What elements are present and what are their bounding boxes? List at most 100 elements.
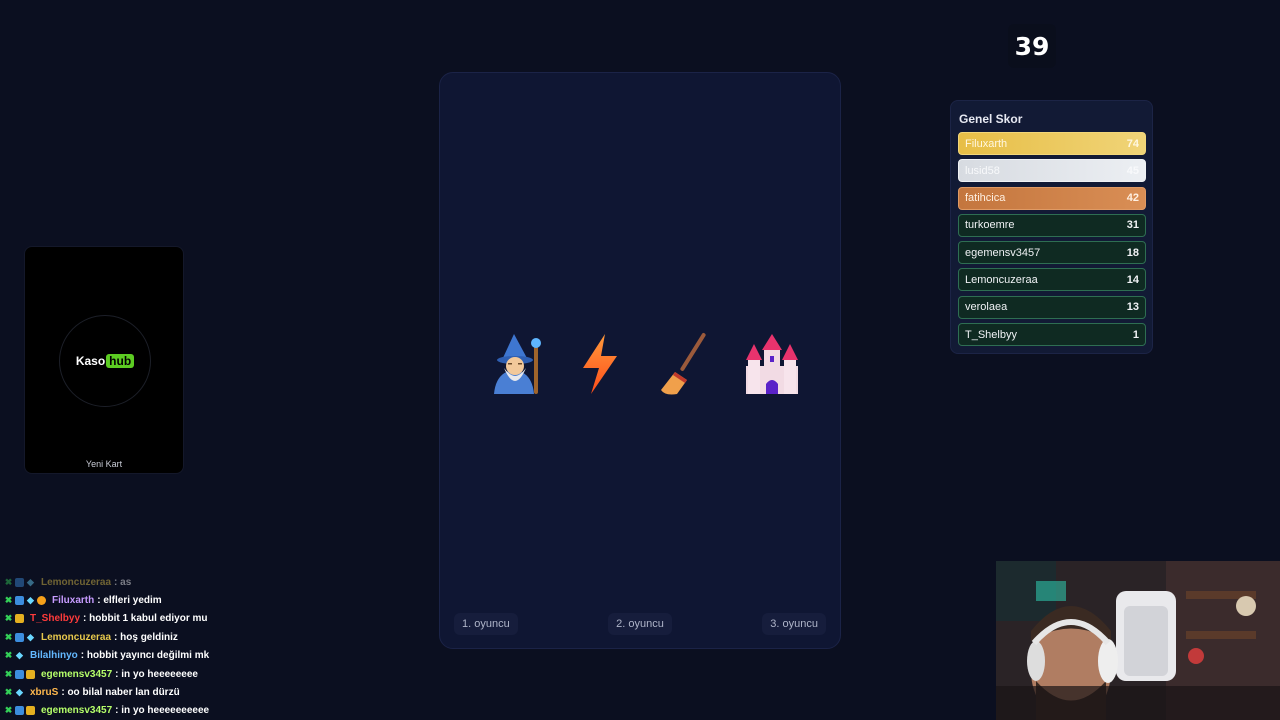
chat-message: ✖ egemensv3457: in yo heeeeeeeeee (4, 702, 424, 720)
crown-badge-icon (26, 706, 35, 716)
blue-badge-icon (15, 706, 24, 716)
emoji-clue-row (484, 331, 804, 397)
chat-text: : hoş geldiniz (114, 631, 178, 643)
score-player-name: Lemoncuzeraa (965, 273, 1038, 286)
score-points: 13 (1126, 301, 1139, 314)
chat-text: : hobbit yayıncı değilmi mk (80, 650, 210, 662)
gem-icon: ◆ (16, 687, 23, 698)
chat-badges: ✖ (4, 705, 37, 716)
blue-badge-icon (15, 596, 24, 606)
gem-icon: ◆ (27, 576, 34, 587)
player-1-button[interactable]: 1. oyuncu (454, 613, 518, 635)
score-player-name: T_Shelbyy (965, 328, 1017, 341)
score-points: 18 (1126, 246, 1139, 259)
card-logo-circle: Kaso hub (59, 315, 151, 407)
webcam-scene-image (996, 561, 1280, 720)
score-row: lusid58 45 (958, 159, 1146, 183)
chat-text: : as (114, 576, 132, 588)
chat-message: ✖ ◆ Lemoncuzeraa: as (4, 573, 424, 591)
score-player-name: fatihcica (965, 192, 1006, 205)
gem-icon: ◆ (27, 595, 34, 606)
score-points: 42 (1126, 192, 1139, 205)
score-row: egemensv3457 18 (958, 241, 1146, 265)
score-list: Filuxarth 74 lusid58 45 fatihcica 42 turkoemre… (958, 132, 1146, 350)
logo-text-hub: hub (106, 354, 135, 368)
crown-badge-icon (15, 614, 24, 624)
score-row: fatihcica 42 (958, 186, 1146, 210)
chat-text: : in yo heeeeeeeeee (115, 705, 210, 717)
sword-icon: ✖ (4, 687, 13, 698)
chat-username[interactable]: Lemoncuzeraa (41, 632, 111, 643)
score-row: Lemoncuzeraa 14 (958, 268, 1146, 292)
score-points: 74 (1126, 137, 1139, 150)
blue-badge-icon (15, 669, 24, 679)
score-player-name: turkoemre (965, 219, 1015, 232)
crown-badge-icon (26, 669, 35, 679)
chat-text: : in yo heeeeeeee (115, 668, 198, 680)
chat-message: ✖ ◆ xbruS: oo bilal naber lan dürzü (4, 683, 424, 701)
lightning-icon (583, 334, 618, 394)
sword-icon: ✖ (4, 668, 13, 679)
score-points: 31 (1126, 219, 1139, 232)
chat-username[interactable]: xbruS (30, 687, 58, 698)
player-2-button[interactable]: 2. oyuncu (608, 613, 672, 635)
wizard-icon (494, 334, 541, 394)
gem-icon: ◆ (16, 650, 23, 661)
chat-feed: ✖ ◆ Lemoncuzeraa: as ✖ ◆ Filuxarth: elfleri y… (4, 573, 424, 720)
chat-username[interactable]: Filuxarth (52, 595, 94, 606)
score-player-name: egemensv3457 (965, 246, 1041, 259)
player-3-button[interactable]: 3. oyuncu (762, 613, 826, 635)
kasohub-logo: Kaso hub (75, 354, 135, 368)
chat-badges: ✖ ◆ (4, 631, 37, 642)
scoreboard-title: Genel Skor (959, 112, 1023, 126)
chat-message: ✖ egemensv3457: in yo heeeeeeee (4, 665, 424, 683)
chat-badges: ✖ (4, 668, 37, 679)
countdown-timer: 39 (1008, 24, 1056, 68)
sword-icon: ✖ (4, 576, 13, 587)
score-player-name: Filuxarth (965, 137, 1008, 150)
score-points: 45 (1126, 164, 1139, 177)
score-row: T_Shelbyy 1 (958, 323, 1146, 347)
new-card-panel[interactable]: Kaso hub Yeni Kart (24, 246, 184, 474)
chat-message: ✖ ◆ Filuxarth: elfleri yedim (4, 591, 424, 609)
sword-icon: ✖ (4, 595, 13, 606)
chat-badges: ✖ ◆ (4, 651, 26, 660)
score-points: 1 (1132, 328, 1139, 341)
orange-badge-icon (37, 596, 46, 606)
chat-username[interactable]: egemensv3457 (41, 705, 112, 716)
chat-text: : hobbit 1 kabul ediyor mu (83, 613, 208, 625)
chat-badges: ✖ ◆ (4, 595, 48, 606)
scoreboard-panel: Genel Skor Filuxarth 74 lusid58 45 fatihcica… (950, 100, 1153, 354)
player-slots: 1. oyuncu 2. oyuncu 3. oyuncu (454, 613, 826, 635)
logo-text-kaso: Kaso (75, 354, 106, 368)
score-row: turkoemre 31 (958, 213, 1146, 237)
webcam-feed (996, 561, 1280, 720)
blue-badge-icon (15, 632, 24, 642)
score-player-name: lusid58 (965, 164, 1000, 177)
blue-badge-icon (15, 577, 24, 587)
broom-icon (660, 333, 706, 395)
chat-username[interactable]: Lemoncuzeraa (41, 577, 111, 588)
chat-text: : elfleri yedim (97, 595, 162, 607)
score-player-name: verolaea (965, 301, 1008, 314)
chat-message: ✖ ◆ Lemoncuzeraa: hoş geldiniz (4, 628, 424, 646)
sword-icon: ✖ (4, 613, 13, 624)
chat-username[interactable]: Bilalhinyo (30, 650, 78, 661)
chat-badges: ✖ ◆ (4, 688, 26, 697)
new-card-label: Yeni Kart (85, 459, 123, 469)
score-row: Filuxarth 74 (958, 132, 1146, 155)
sword-icon: ✖ (4, 705, 13, 716)
score-row: verolaea 13 (958, 295, 1146, 319)
chat-username[interactable]: egemensv3457 (41, 669, 112, 680)
chat-username[interactable]: T_Shelbyy (30, 613, 80, 624)
chat-message: ✖ ◆ Bilalhinyo: hobbit yayıncı değilmi mk (4, 647, 424, 665)
chat-text: : oo bilal naber lan dürzü (61, 687, 180, 699)
score-points: 14 (1126, 273, 1139, 286)
chat-badges: ✖ (4, 613, 26, 624)
castle-icon (745, 334, 798, 394)
chat-badges: ✖ ◆ (4, 576, 37, 587)
chat-message: ✖ T_Shelbyy: hobbit 1 kabul ediyor mu (4, 610, 424, 628)
gem-icon: ◆ (27, 631, 34, 642)
sword-icon: ✖ (4, 631, 13, 642)
sword-icon: ✖ (4, 650, 13, 661)
